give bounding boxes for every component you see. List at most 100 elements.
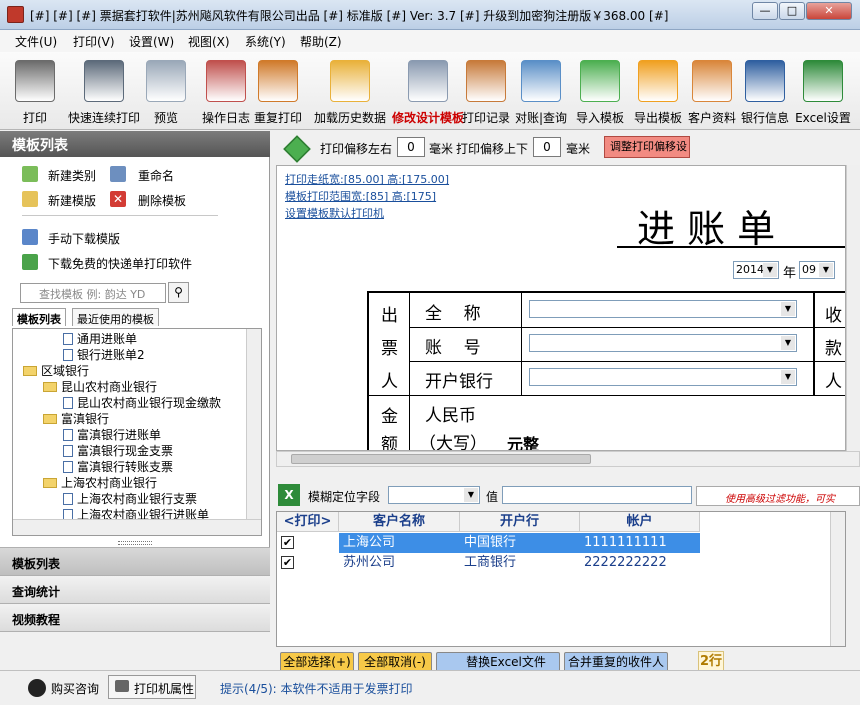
toolbar-excel-button[interactable]: Excel设置 xyxy=(795,52,851,130)
col-print[interactable]: <打印> xyxy=(277,512,339,532)
row-checkbox[interactable]: ✔ xyxy=(281,556,294,569)
toolbar-export-arrow-button[interactable]: 导出模板 xyxy=(632,52,684,130)
merge-duplicates-button[interactable]: 合并重复的收件人 xyxy=(564,652,668,672)
canvas-horizontal-scrollbar[interactable] xyxy=(276,451,860,467)
accordion-template-list[interactable]: 模板列表 xyxy=(0,547,270,575)
window-title: [#] [#] [#] 票据套打软件|苏州飚风软件有限公司出品 [#] 标准版 … xyxy=(30,9,669,23)
advanced-filter-hint[interactable]: 使用高级过滤功能，可实 xyxy=(696,486,860,506)
maximize-button[interactable]: □ xyxy=(779,2,805,20)
tree-node[interactable]: 昆山农村商业银行 xyxy=(17,379,245,395)
scroll-thumb[interactable] xyxy=(291,454,591,464)
tree-node[interactable]: 上海农村商业银行 xyxy=(17,475,245,491)
cell-account[interactable]: 1111111111 xyxy=(580,533,700,553)
filter-value-input[interactable] xyxy=(502,486,692,504)
menu-bar: 文件(U) 打印(V) 设置(W) 视图(X) 系统(Y) 帮助(Z) xyxy=(0,30,860,52)
cell-bank[interactable]: 中国银行 xyxy=(460,533,580,553)
select-all-button[interactable]: 全部选择(+) xyxy=(280,652,354,672)
deselect-all-button[interactable]: 全部取消(-) xyxy=(358,652,432,672)
tree-node[interactable]: 富滇银行现金支票 xyxy=(17,443,245,459)
payer-account-select[interactable]: ▼ xyxy=(529,334,797,352)
col-customer-name[interactable]: 客户名称 xyxy=(339,512,460,532)
printer-properties-button[interactable]: 打印机属性 xyxy=(108,675,196,699)
toolbar-printer-button[interactable]: 打印 xyxy=(10,52,60,130)
tree-node[interactable]: 上海农村商业银行支票 xyxy=(17,491,245,507)
menu-print[interactable]: 打印(V) xyxy=(73,33,115,50)
search-button[interactable]: ⚲ xyxy=(168,282,189,303)
toolbar-customers-button[interactable]: 客户资料 xyxy=(686,52,738,130)
adjust-offset-button[interactable]: 调整打印偏移设 xyxy=(604,136,690,158)
cell-name[interactable]: 上海公司 xyxy=(339,533,460,553)
search-icon: ⚲ xyxy=(174,285,183,299)
rename-label: 重命名 xyxy=(138,169,175,183)
toolbar-reprint-button[interactable]: 重复打印 xyxy=(253,52,303,130)
template-search-input[interactable]: 查找模板 例: 韵达 YD xyxy=(20,283,166,303)
amount-label-2: 额 xyxy=(381,435,398,451)
print-range-link[interactable]: 模板打印范围宽:[85] 高:[175] xyxy=(285,188,436,204)
col-bank[interactable]: 开户行 xyxy=(460,512,580,532)
toolbar-magnifier-button[interactable]: 预览 xyxy=(142,52,190,130)
tree-node[interactable]: 区域银行 xyxy=(17,363,245,379)
tree-horizontal-scrollbar[interactable] xyxy=(13,519,261,535)
default-printer-link[interactable]: 设置模板默认打印机 xyxy=(285,205,384,221)
payee-label-2: 款 xyxy=(825,339,842,359)
tab-template-list[interactable]: 模板列表 xyxy=(12,308,66,326)
col-account[interactable]: 帐户 xyxy=(580,512,700,532)
paper-size-link[interactable]: 打印走纸宽:[85.00] 高:[175.00] xyxy=(285,171,449,187)
offset-ud-label: 打印偏移上下 xyxy=(456,142,529,156)
toolbar-clipboard-button[interactable]: 打印记录 xyxy=(460,52,512,130)
excel-icon[interactable]: X xyxy=(278,484,300,506)
menu-file[interactable]: 文件(U) xyxy=(15,33,57,50)
bank-label: 开户银行 xyxy=(425,372,493,392)
replace-excel-button[interactable]: 替换Excel文件 xyxy=(436,652,560,672)
cell-name[interactable]: 苏州公司 xyxy=(339,553,460,573)
grid-vertical-scrollbar[interactable] xyxy=(830,512,845,646)
payer-name-select[interactable]: ▼ xyxy=(529,300,797,318)
chevron-down-icon: ▼ xyxy=(781,336,795,350)
customer-grid[interactable]: <打印> 客户名称 开户行 帐户 ✔ 上海公司 中国银行 1111111111 ✔ 苏州公… xyxy=(276,511,846,647)
splitter-grip[interactable] xyxy=(118,541,152,545)
tree-node[interactable]: 银行进账单2 xyxy=(17,347,245,363)
toolbar-import-arrow-button[interactable]: 导入模板 xyxy=(574,52,626,130)
cell-bank[interactable]: 工商银行 xyxy=(460,553,580,573)
toolbar-reconcile-button[interactable]: 对账|查询 xyxy=(512,52,570,130)
tree-node[interactable]: 通用进账单 xyxy=(17,331,245,347)
accordion-query-stats[interactable]: 查询统计 xyxy=(0,575,270,603)
tree-node[interactable]: 富滇银行进账单 xyxy=(17,427,245,443)
toolbar-design-template-button[interactable]: 修改设计模板 xyxy=(392,52,464,130)
row-checkbox[interactable]: ✔ xyxy=(281,536,294,549)
year-select[interactable]: 2014 ▼ xyxy=(733,261,779,279)
document-icon xyxy=(63,333,73,345)
canvas-vertical-scrollbar[interactable] xyxy=(846,165,860,451)
toolbar-fast-print-button[interactable]: 快速连续打印 xyxy=(66,52,142,130)
field-select[interactable]: ▼ xyxy=(388,486,480,504)
table-row[interactable]: ✔ 上海公司 中国银行 1111111111 xyxy=(277,533,701,553)
offset-lr-input[interactable]: 0 xyxy=(397,137,425,157)
tree-node[interactable]: 昆山农村商业银行现金缴款 xyxy=(17,395,245,411)
folder-icon xyxy=(43,414,57,424)
menu-settings[interactable]: 设置(W) xyxy=(129,33,174,50)
month-select[interactable]: 09 ▼ xyxy=(799,261,835,279)
tab-recent-templates[interactable]: 最近使用的模板 xyxy=(72,308,159,326)
payer-bank-select[interactable]: ▼ xyxy=(529,368,797,386)
toolbar-bank-button[interactable]: 银行信息 xyxy=(739,52,791,130)
consult-button[interactable]: 购买咨询 xyxy=(51,680,99,697)
tree-node[interactable]: 富滇银行 xyxy=(17,411,245,427)
accordion-video-tutorial[interactable]: 视频教程 xyxy=(0,603,270,631)
menu-help[interactable]: 帮助(Z) xyxy=(300,33,342,50)
cell-account[interactable]: 2222222222 xyxy=(580,553,700,573)
fuzzy-field-label: 模糊定位字段 xyxy=(308,490,381,504)
menu-system[interactable]: 系统(Y) xyxy=(245,33,286,50)
close-button[interactable]: ✕ xyxy=(806,2,852,20)
toolbar-user-log-button[interactable]: 操作日志 xyxy=(200,52,252,130)
offset-ud-input[interactable]: 0 xyxy=(533,137,561,157)
tree-vertical-scrollbar[interactable] xyxy=(246,329,261,519)
toolbar-history-folder-button[interactable]: 加载历史数据 xyxy=(308,52,392,130)
table-row[interactable]: ✔ 苏州公司 工商银行 2222222222 xyxy=(277,553,701,573)
tree-node[interactable]: 富滇银行转账支票 xyxy=(17,459,245,475)
template-canvas[interactable]: 打印走纸宽:[85.00] 高:[175.00] 模板打印范围宽:[85] 高:… xyxy=(276,165,846,451)
toolbar-label: 打印 xyxy=(22,111,47,125)
menu-view[interactable]: 视图(X) xyxy=(188,33,230,50)
minimize-button[interactable]: — xyxy=(752,2,778,20)
template-tree[interactable]: 通用进账单 银行进账单2 区域银行 昆山农村商业银行 昆山农村商业银行现金缴款 富滇银行富… xyxy=(12,328,262,536)
new-template-label: 新建模版 xyxy=(48,194,97,208)
